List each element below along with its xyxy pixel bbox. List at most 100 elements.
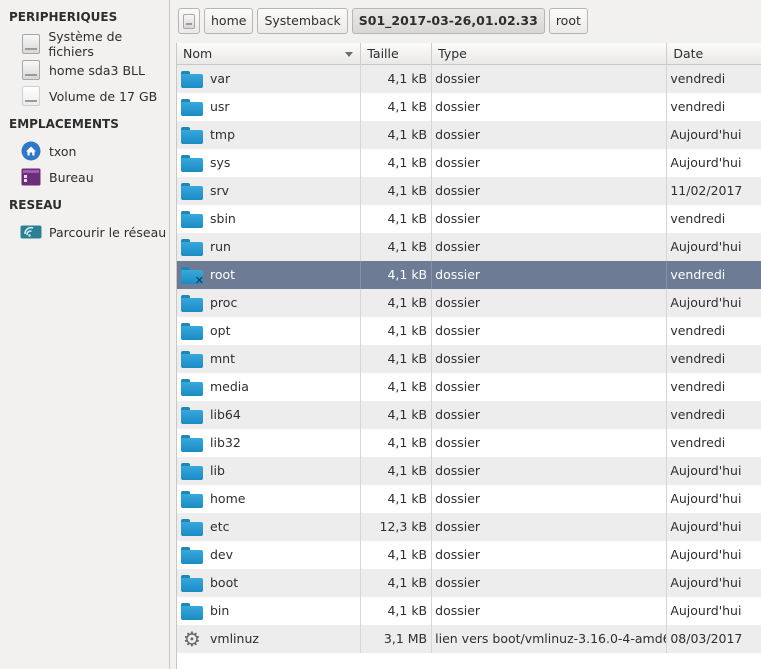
file-row[interactable]: sys 4,1 kB dossier Aujourd'hui: [177, 149, 761, 177]
file-size: 3,1 MB: [361, 625, 433, 653]
file-type: dossier: [432, 569, 668, 597]
file-type: dossier: [432, 177, 668, 205]
file-type: dossier: [432, 205, 668, 233]
column-header-size[interactable]: Taille: [361, 43, 433, 65]
file-size: 4,1 kB: [361, 205, 433, 233]
file-row[interactable]: sbin 4,1 kB dossier vendredi: [177, 205, 761, 233]
sidebar-item-filesystem[interactable]: Système de fichiers: [0, 29, 168, 59]
sidebar: PERIPHERIQUES Système de fichiers home s…: [0, 0, 170, 669]
file-row[interactable]: proc 4,1 kB dossier Aujourd'hui: [177, 289, 761, 317]
file-type: dossier: [432, 345, 668, 373]
crumb-root-filesystem[interactable]: [178, 8, 200, 34]
file-name: usr: [210, 99, 230, 114]
sidebar-item-bureau[interactable]: Bureau: [0, 164, 168, 190]
file-size: 4,1 kB: [361, 345, 433, 373]
file-row[interactable]: media 4,1 kB dossier vendredi: [177, 373, 761, 401]
file-row[interactable]: lib64 4,1 kB dossier vendredi: [177, 401, 761, 429]
folder-icon: [181, 462, 203, 480]
file-type: dossier: [432, 149, 668, 177]
file-name-cell: boot: [177, 569, 362, 597]
file-name-cell: sys: [177, 149, 362, 177]
sidebar-item-label: Parcourir le réseau: [49, 224, 167, 240]
file-date: 11/02/2017: [670, 183, 743, 198]
section-reseau: RESEAU: [9, 198, 62, 212]
file-name: lib64: [210, 407, 241, 422]
file-name: home: [210, 491, 246, 506]
file-name-cell: media: [177, 373, 362, 401]
file-row[interactable]: home 4,1 kB dossier Aujourd'hui: [177, 485, 761, 513]
file-type: dossier: [432, 485, 668, 513]
file-row[interactable]: bin 4,1 kB dossier Aujourd'hui: [177, 597, 761, 625]
file-name: sys: [210, 155, 231, 170]
file-name: proc: [210, 295, 238, 310]
file-date: vendredi: [670, 351, 726, 366]
folder-icon: [181, 322, 203, 340]
folder-icon: [181, 182, 203, 200]
column-header-type[interactable]: Type: [432, 43, 668, 65]
file-name: etc: [210, 519, 230, 534]
file-date: Aujourd'hui: [670, 239, 742, 254]
file-row[interactable]: tmp 4,1 kB dossier Aujourd'hui: [177, 121, 761, 149]
file-name: boot: [210, 575, 239, 590]
file-name: var: [210, 71, 231, 86]
file-row[interactable]: ⚙ vmlinuz 3,1 MB lien vers boot/vmlinuz-3.1…: [177, 625, 761, 653]
file-size: 4,1 kB: [361, 317, 433, 345]
file-row[interactable]: lib 4,1 kB dossier Aujourd'hui: [177, 457, 761, 485]
sidebar-item-volume-17gb[interactable]: Volume de 17 GB: [0, 83, 168, 109]
sidebar-item-label: Volume de 17 GB: [49, 88, 158, 104]
folder-icon: [181, 70, 203, 88]
file-row[interactable]: var 4,1 kB dossier vendredi: [177, 65, 761, 93]
file-row[interactable]: ✕ root 4,1 kB dossier vendredi: [177, 261, 761, 289]
file-size: 4,1 kB: [361, 177, 433, 205]
file-size: 4,1 kB: [361, 93, 433, 121]
file-name-cell: mnt: [177, 345, 362, 373]
file-date: vendredi: [670, 71, 726, 86]
file-name-cell: bin: [177, 597, 362, 625]
file-type: dossier: [432, 401, 668, 429]
folder-icon: [181, 294, 203, 312]
file-row[interactable]: usr 4,1 kB dossier vendredi: [177, 93, 761, 121]
file-name: vmlinuz: [210, 631, 259, 646]
file-row[interactable]: opt 4,1 kB dossier vendredi: [177, 317, 761, 345]
sidebar-item-network[interactable]: Parcourir le réseau: [0, 219, 168, 245]
desktop-icon: [20, 166, 42, 188]
crumb-systemback[interactable]: Systemback: [257, 8, 348, 34]
file-date: vendredi: [670, 267, 726, 282]
file-name-cell: dev: [177, 541, 362, 569]
folder-icon: [181, 238, 203, 256]
file-row[interactable]: dev 4,1 kB dossier Aujourd'hui: [177, 541, 761, 569]
file-row[interactable]: etc 12,3 kB dossier Aujourd'hui: [177, 513, 761, 541]
file-row[interactable]: lib32 4,1 kB dossier vendredi: [177, 429, 761, 457]
folder-icon: [181, 434, 203, 452]
file-size: 4,1 kB: [361, 121, 433, 149]
hard-drive-icon: [20, 85, 42, 107]
file-date: vendredi: [670, 99, 726, 114]
file-row[interactable]: boot 4,1 kB dossier Aujourd'hui: [177, 569, 761, 597]
crumb-root[interactable]: root: [548, 8, 588, 34]
file-type: dossier: [432, 261, 668, 289]
sidebar-item-txon[interactable]: txon: [0, 138, 168, 164]
folder-icon: [181, 574, 203, 592]
file-type: dossier: [432, 597, 668, 625]
sidebar-item-home-sda3[interactable]: home sda3 BLL: [0, 57, 168, 83]
file-date: Aujourd'hui: [670, 575, 742, 590]
file-name: run: [210, 239, 231, 254]
file-date: 08/03/2017: [670, 631, 743, 646]
file-date: vendredi: [670, 323, 726, 338]
file-name: sbin: [210, 211, 236, 226]
file-date: Aujourd'hui: [670, 127, 742, 142]
crumb-home[interactable]: home: [204, 8, 254, 34]
file-row[interactable]: run 4,1 kB dossier Aujourd'hui: [177, 233, 761, 261]
column-header-date[interactable]: Date: [667, 43, 761, 65]
network-icon: [20, 221, 42, 243]
list-header: Nom Taille Type Date: [177, 43, 761, 65]
file-date: vendredi: [670, 211, 726, 226]
file-row[interactable]: srv 4,1 kB dossier 11/02/2017: [177, 177, 761, 205]
file-row[interactable]: mnt 4,1 kB dossier vendredi: [177, 345, 761, 373]
file-type: dossier: [432, 513, 668, 541]
crumb-snapshot[interactable]: S01_2017-03-26,01.02.33: [351, 8, 545, 34]
folder-icon: [181, 546, 203, 564]
column-header-name[interactable]: Nom: [177, 43, 362, 65]
file-date: Aujourd'hui: [670, 491, 742, 506]
file-size: 4,1 kB: [361, 373, 433, 401]
